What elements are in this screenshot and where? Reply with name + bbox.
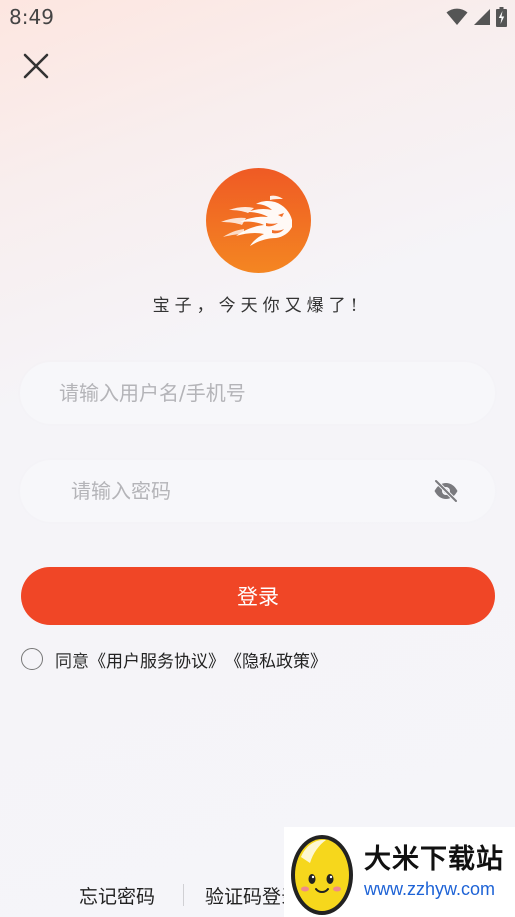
login-button[interactable]: 登录: [21, 567, 495, 625]
agreement-row: 同意 《用户服务协议》 《隐私政策》: [21, 646, 327, 672]
watermark: 大米下载站 www.zzhyw.com: [284, 827, 515, 917]
tiger-logo-icon: [221, 195, 292, 246]
tagline: 宝子，今天你又爆了!: [152, 296, 363, 316]
password-field-container: [20, 459, 495, 523]
username-field-container: [20, 361, 495, 425]
forgot-password-link[interactable]: 忘记密码: [79, 882, 155, 909]
privacy-policy-link[interactable]: 《隐私政策》: [225, 647, 327, 672]
agreement-checkbox[interactable]: [21, 648, 43, 670]
cellular-signal-icon: [474, 9, 490, 25]
close-button[interactable]: [20, 50, 52, 82]
password-input[interactable]: [69, 459, 413, 523]
status-time: 8:49: [9, 5, 54, 29]
agreement-prefix: 同意: [55, 651, 89, 672]
eye-off-icon: [434, 479, 458, 503]
mascot-icon: [291, 835, 353, 915]
watermark-url: www.zzhyw.com: [364, 879, 496, 899]
status-icons: [446, 7, 507, 27]
battery-charging-icon: [496, 7, 507, 27]
username-input[interactable]: [57, 361, 481, 425]
close-icon: [23, 53, 49, 79]
bottom-divider: [183, 884, 184, 906]
watermark-title: 大米下载站: [364, 844, 504, 875]
user-agreement-link[interactable]: 《用户服务协议》: [89, 647, 225, 672]
watermark-text: 大米下载站 www.zzhyw.com: [364, 843, 504, 901]
status-bar: 8:49: [0, 0, 515, 34]
app-logo: [206, 168, 311, 273]
wifi-icon: [446, 8, 468, 25]
password-visibility-toggle[interactable]: [433, 479, 459, 503]
